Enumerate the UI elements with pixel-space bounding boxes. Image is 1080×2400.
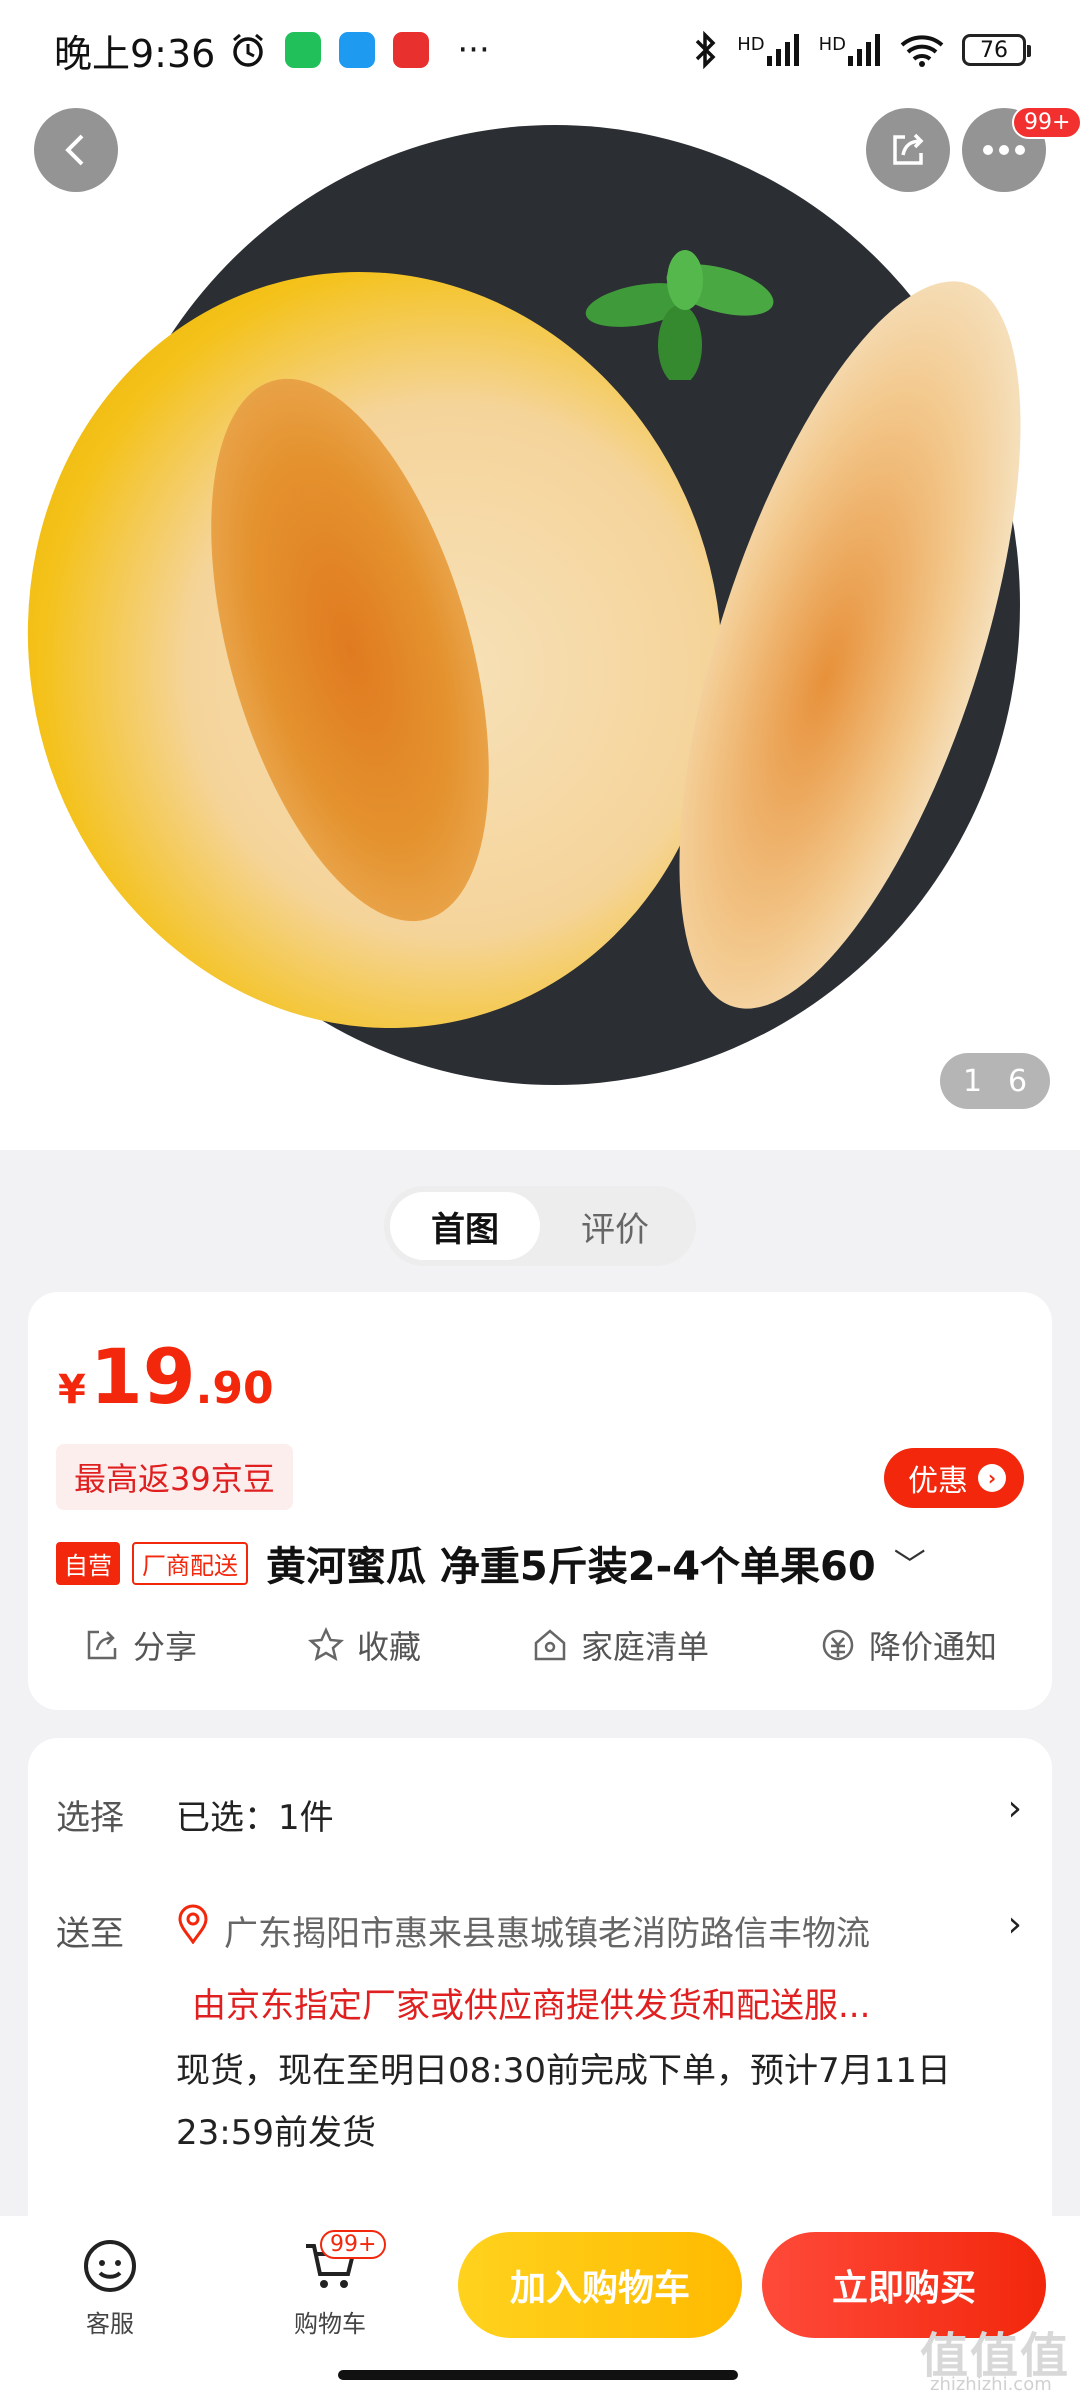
house-icon xyxy=(534,1629,566,1661)
jd-app-icon xyxy=(393,32,430,68)
hd-label-1: HD xyxy=(737,34,765,55)
select-value: 已选：1件 xyxy=(176,1798,334,1838)
price-drop-action[interactable]: 降价通知 xyxy=(819,1622,997,1668)
product-title-row[interactable]: 自营 厂商配送 黄河蜜瓜 净重5斤装2-4个单果60 ﹀ xyxy=(56,1534,926,1592)
bluetooth-icon xyxy=(695,30,716,70)
tab-reviews[interactable]: 评价 xyxy=(540,1192,690,1260)
share-icon xyxy=(893,133,924,165)
add-to-cart-button[interactable]: 加入购物车 xyxy=(458,2232,742,2338)
favorite-action-label: 收藏 xyxy=(356,1628,421,1666)
ship-to-label: 送至 xyxy=(56,1914,124,1954)
location-pin-icon xyxy=(178,1904,208,1944)
tab-main-image[interactable]: 首图 xyxy=(390,1192,540,1260)
share-icon xyxy=(87,1630,117,1660)
family-list-action[interactable]: 家庭清单 xyxy=(531,1622,709,1668)
chevron-down-icon[interactable]: ﹀ xyxy=(894,1540,926,1586)
watermark-url: zhizhizhi.com xyxy=(930,2374,1052,2395)
share-action-label: 分享 xyxy=(132,1628,197,1666)
image-total: 6 xyxy=(1007,1063,1028,1099)
factory-delivery-tag: 厂商配送 xyxy=(132,1541,248,1585)
hd-label-2: HD xyxy=(818,34,846,55)
delivery-estimate: 现货，现在至明日08:30前完成下单，预计7月11日23:59前发货 xyxy=(176,2051,951,2153)
wechat-app-icon xyxy=(285,32,322,68)
product-title: 黄河蜜瓜 净重5斤装2-4个单果60 xyxy=(266,1544,876,1590)
self-operated-tag: 自营 xyxy=(56,1541,120,1585)
cart-count-badge: 99+ xyxy=(320,2230,387,2259)
chevron-right-icon: › xyxy=(1007,1904,1022,1945)
coupon-button[interactable]: 优惠 › xyxy=(884,1448,1024,1508)
message-app-icon xyxy=(339,32,376,68)
signal-icon-2 xyxy=(848,34,880,66)
details-card: 选择 已选：1件 › 送至 广东揭阳市惠来县惠城镇老消防路信丰物流 › 由京东指… xyxy=(28,1738,1052,2258)
cart-label: 购物车 xyxy=(294,2310,366,2338)
share-action[interactable]: 分享 xyxy=(83,1622,197,1668)
signal-hd-2: HD xyxy=(819,34,882,66)
customer-service-icon xyxy=(84,2240,136,2292)
chevron-right-icon: › xyxy=(978,1464,1006,1492)
price-card: ¥ 19 .90 最高返39京豆 优惠 › 自营 厂商配送 黄河蜜瓜 净重5斤装… xyxy=(28,1292,1052,1710)
family-list-action-label: 家庭清单 xyxy=(580,1628,709,1666)
star-icon xyxy=(307,1626,344,1662)
product-actions: 分享 收藏 家庭清单 降价通知 xyxy=(28,1622,1052,1668)
image-counter: 1 6 xyxy=(940,1053,1050,1109)
price-integer: 19 xyxy=(89,1332,196,1421)
rebate-badge[interactable]: 最高返39京豆 xyxy=(56,1444,293,1510)
price: ¥ 19 .90 xyxy=(58,1332,274,1421)
favorite-action[interactable]: 收藏 xyxy=(307,1622,421,1668)
product-page: 1 6 晚上9:36 ··· HD HD 76 99+ 首图 评价 ¥ 19 .… xyxy=(0,0,1080,2400)
coupon-label: 优惠 xyxy=(908,1464,968,1499)
battery-indicator: 76 xyxy=(962,34,1031,66)
status-time: 晚上9:36 xyxy=(54,31,216,76)
price-drop-icon xyxy=(822,1629,854,1661)
price-decimal: .90 xyxy=(195,1363,274,1414)
shipping-address: 广东揭阳市惠来县惠城镇老消防路信丰物流 xyxy=(224,1914,870,1954)
more-dots-icon xyxy=(983,145,1025,155)
status-more-icon: ··· xyxy=(457,30,490,70)
select-label: 选择 xyxy=(56,1798,124,1838)
chevron-right-icon: › xyxy=(1007,1788,1022,1829)
home-indicator[interactable] xyxy=(338,2370,738,2380)
wifi-icon xyxy=(900,35,944,67)
chevron-left-icon xyxy=(65,134,84,166)
alarm-icon xyxy=(233,33,264,67)
status-bar: 晚上9:36 ··· HD HD 76 xyxy=(0,0,1080,100)
back-button[interactable] xyxy=(34,108,118,192)
customer-service-label: 客服 xyxy=(86,2310,134,2338)
customer-service-button[interactable]: 客服 xyxy=(50,2236,170,2339)
image-current: 1 xyxy=(962,1063,983,1099)
mint-leaf-image xyxy=(585,250,774,380)
share-button[interactable] xyxy=(866,108,950,192)
fulfillment-notice: 由京东指定厂家或供应商提供发货和配送服... xyxy=(192,1986,871,2026)
signal-icon-1 xyxy=(766,34,799,66)
signal-hd-1: HD xyxy=(737,34,800,66)
price-drop-action-label: 降价通知 xyxy=(868,1628,997,1666)
notification-badge: 99+ xyxy=(1012,106,1080,139)
price-currency: ¥ xyxy=(58,1367,86,1413)
image-tab-switcher: 首图 评价 xyxy=(384,1186,696,1266)
